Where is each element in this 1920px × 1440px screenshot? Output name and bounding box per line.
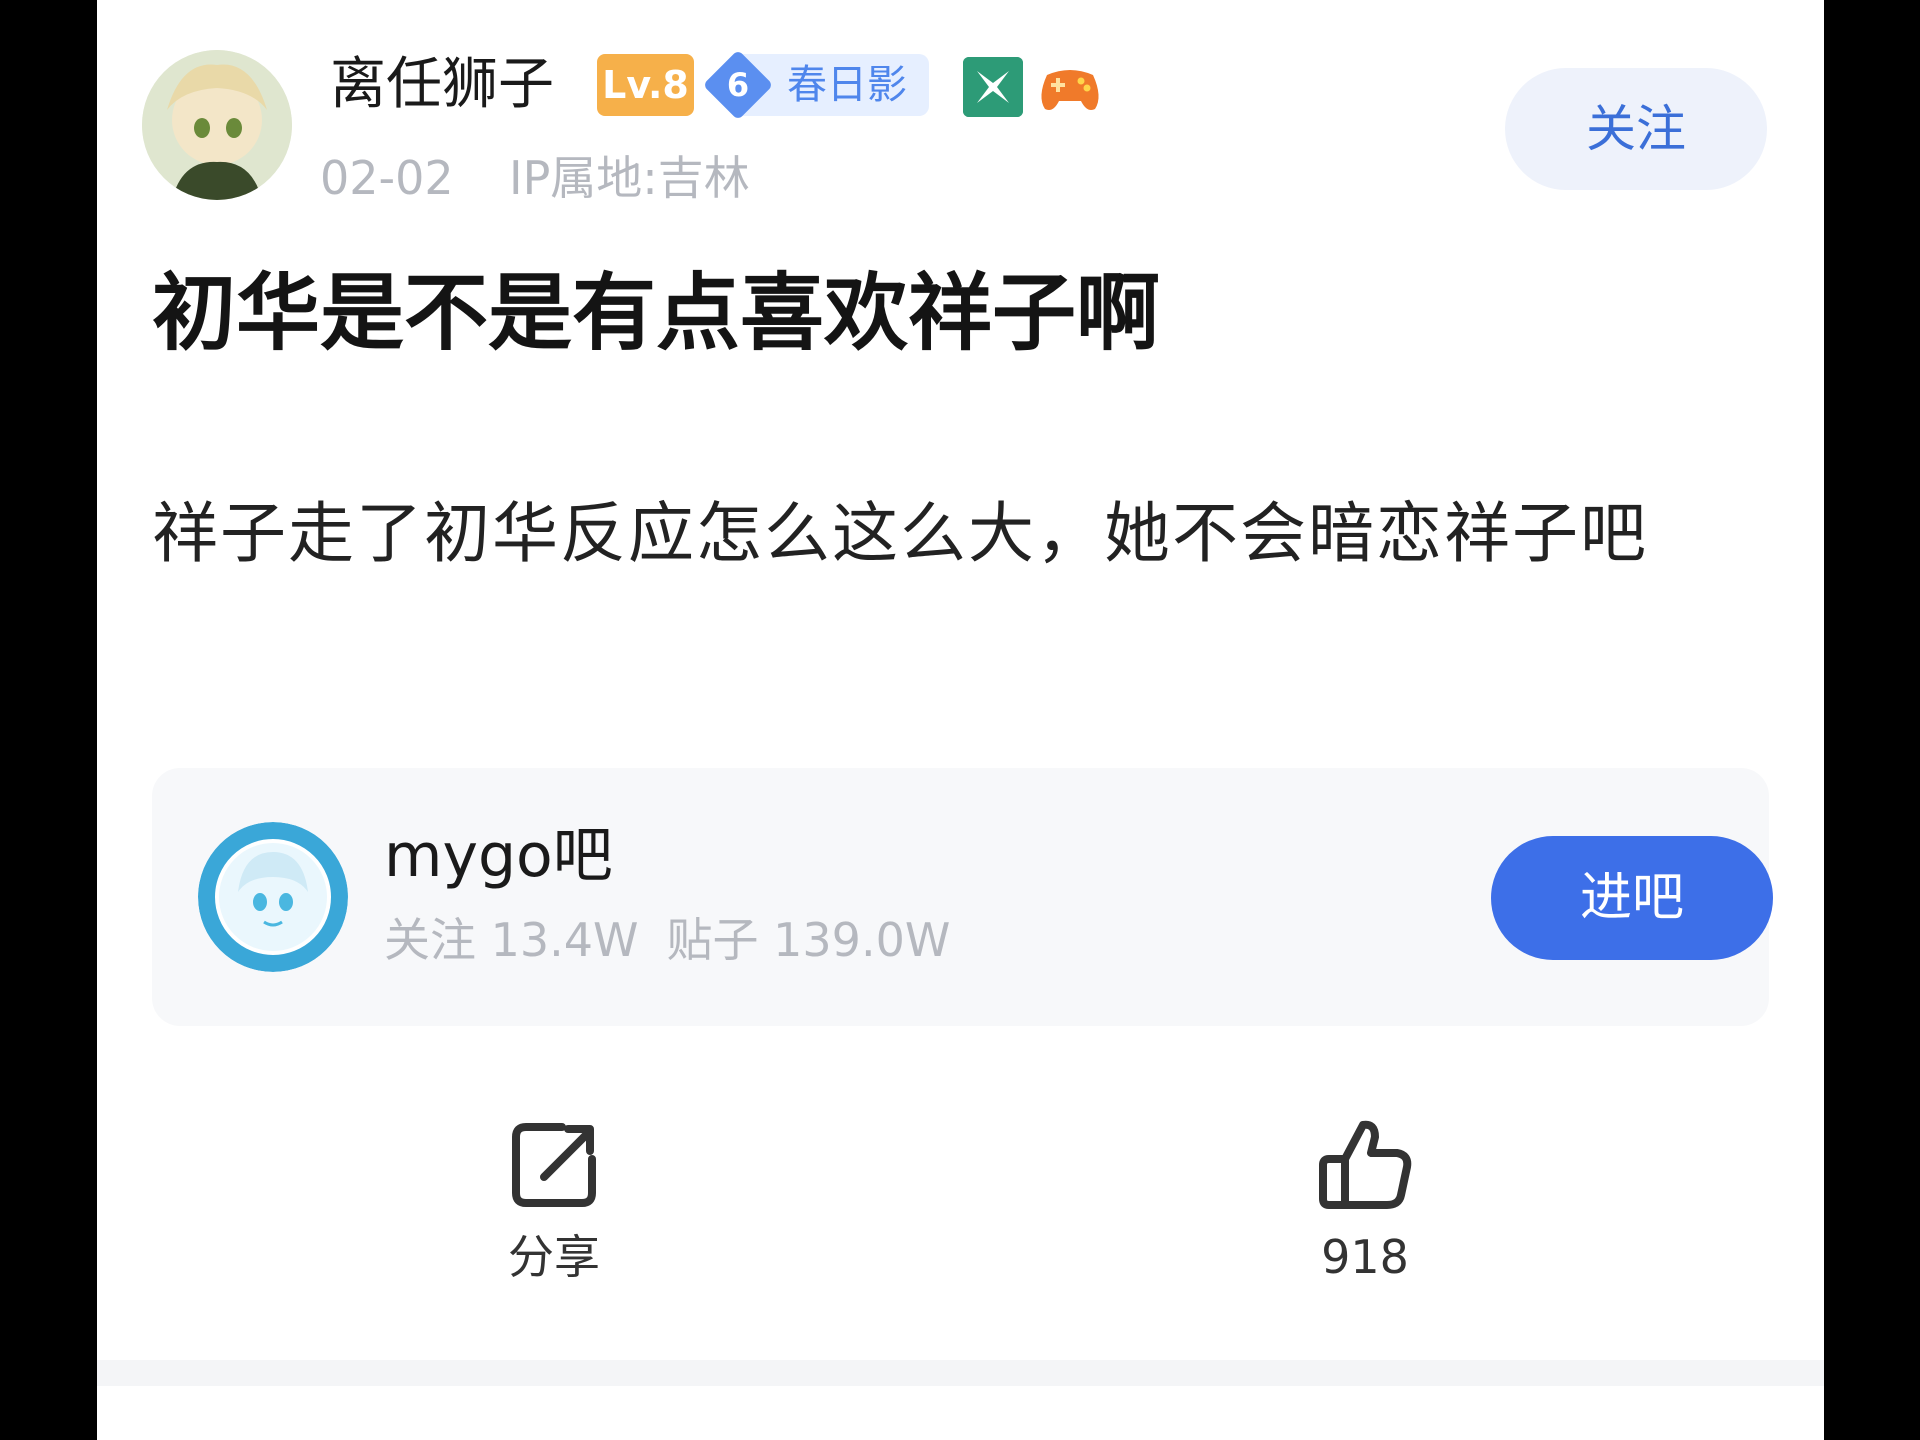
- rank-title: 春日影: [787, 62, 907, 108]
- forum-posts: 贴子 139.0W: [666, 913, 951, 967]
- like-count: 918: [1321, 1230, 1409, 1284]
- post-panel: 离任狮子 Lv.8 6 春日影 02-02 IP属地:吉林 关注 初华是不是有点…: [97, 0, 1824, 1440]
- rank-badge: 6 春日影: [702, 49, 929, 121]
- forum-avatar[interactable]: [198, 822, 348, 972]
- share-button[interactable]: 分享: [454, 1115, 654, 1295]
- forum-card[interactable]: mygo吧 关注 13.4W 贴子 139.0W 进吧: [152, 768, 1773, 1026]
- post-body: 祥子走了初华反应怎么这么大，她不会暗恋祥子吧: [152, 495, 1648, 572]
- like-button[interactable]: 918: [1265, 1115, 1465, 1295]
- forum-name[interactable]: mygo吧: [384, 816, 613, 896]
- follow-button[interactable]: 关注: [1505, 68, 1767, 190]
- rank-number: 6: [726, 66, 750, 104]
- author-name[interactable]: 离任狮子: [330, 50, 554, 120]
- share-label: 分享: [508, 1230, 600, 1284]
- section-divider: [97, 1360, 1824, 1386]
- post-date: 02-02: [320, 151, 454, 205]
- level-badge: Lv.8: [597, 54, 694, 116]
- forum-stats: 关注 13.4W 贴子 139.0W: [384, 908, 978, 972]
- green-square-badge-icon: [963, 57, 1023, 117]
- thumbs-up-icon: [1315, 1115, 1415, 1215]
- share-icon: [504, 1115, 604, 1215]
- post-title: 初华是不是有点喜欢祥子啊: [152, 264, 1161, 362]
- ip-location: IP属地:吉林: [509, 151, 750, 205]
- forum-followers: 关注 13.4W: [384, 913, 639, 967]
- author-avatar[interactable]: [142, 50, 292, 200]
- enter-forum-button[interactable]: 进吧: [1491, 836, 1773, 960]
- gamepad-icon: [1037, 57, 1103, 117]
